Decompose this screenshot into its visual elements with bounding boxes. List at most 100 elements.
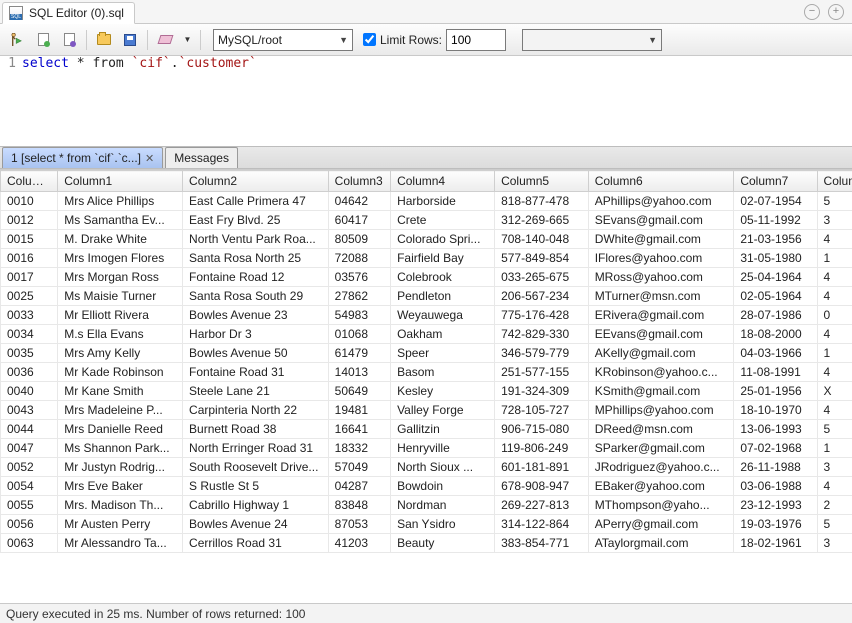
limit-rows-input[interactable]: [446, 29, 506, 51]
table-cell[interactable]: 31-05-1980: [734, 249, 817, 268]
column-header[interactable]: Column6: [588, 171, 734, 192]
editor-horizontal-scrollbar[interactable]: [0, 130, 852, 146]
table-cell[interactable]: 728-105-727: [495, 401, 589, 420]
table-cell[interactable]: 4: [817, 287, 852, 306]
table-cell[interactable]: 25-04-1964: [734, 268, 817, 287]
table-cell[interactable]: Mrs Amy Kelly: [58, 344, 183, 363]
table-cell[interactable]: KRobinson@yahoo.c...: [588, 363, 734, 382]
table-cell[interactable]: Bowles Avenue 24: [183, 515, 329, 534]
table-row[interactable]: 0025Ms Maisie TurnerSanta Rosa South 292…: [1, 287, 852, 306]
table-cell[interactable]: Santa Rosa South 29: [183, 287, 329, 306]
table-cell[interactable]: 11-08-1991: [734, 363, 817, 382]
table-cell[interactable]: 4: [817, 401, 852, 420]
sql-editor[interactable]: 1 select * from `cif`.`customer`: [0, 56, 852, 146]
table-cell[interactable]: DReed@msn.com: [588, 420, 734, 439]
table-cell[interactable]: Ms Samantha Ev...: [58, 211, 183, 230]
table-cell[interactable]: 25-01-1956: [734, 382, 817, 401]
table-cell[interactable]: 4: [817, 325, 852, 344]
table-cell[interactable]: Speer: [391, 344, 495, 363]
table-cell[interactable]: 01068: [328, 325, 390, 344]
table-cell[interactable]: 03576: [328, 268, 390, 287]
table-cell[interactable]: San Ysidro: [391, 515, 495, 534]
table-cell[interactable]: 0: [817, 306, 852, 325]
table-cell[interactable]: Bowles Avenue 23: [183, 306, 329, 325]
table-cell[interactable]: 0056: [1, 515, 58, 534]
table-row[interactable]: 0016Mrs Imogen FloresSanta Rosa North 25…: [1, 249, 852, 268]
table-cell[interactable]: South Roosevelt Drive...: [183, 458, 329, 477]
table-cell[interactable]: North Sioux ...: [391, 458, 495, 477]
table-cell[interactable]: 0054: [1, 477, 58, 496]
new-script-button[interactable]: [32, 29, 54, 51]
table-cell[interactable]: 04-03-1966: [734, 344, 817, 363]
table-cell[interactable]: 0012: [1, 211, 58, 230]
table-cell[interactable]: 27862: [328, 287, 390, 306]
table-cell[interactable]: MPhillips@yahoo.com: [588, 401, 734, 420]
table-cell[interactable]: 119-806-249: [495, 439, 589, 458]
column-header[interactable]: Column3: [328, 171, 390, 192]
table-cell[interactable]: Mrs Morgan Ross: [58, 268, 183, 287]
table-cell[interactable]: 0010: [1, 192, 58, 211]
table-cell[interactable]: Steele Lane 21: [183, 382, 329, 401]
table-cell[interactable]: Cabrillo Highway 1: [183, 496, 329, 515]
table-cell[interactable]: Valley Forge: [391, 401, 495, 420]
run-button[interactable]: [6, 29, 28, 51]
table-cell[interactable]: 0025: [1, 287, 58, 306]
column-header[interactable]: Column5: [495, 171, 589, 192]
table-cell[interactable]: Nordman: [391, 496, 495, 515]
table-cell[interactable]: DWhite@gmail.com: [588, 230, 734, 249]
table-cell[interactable]: 60417: [328, 211, 390, 230]
column-header[interactable]: Column0: [1, 171, 58, 192]
table-row[interactable]: 0052Mr Justyn Rodrig...South Roosevelt D…: [1, 458, 852, 477]
table-cell[interactable]: Mr Kane Smith: [58, 382, 183, 401]
import-script-button[interactable]: [58, 29, 80, 51]
table-cell[interactable]: 383-854-771: [495, 534, 589, 553]
column-header[interactable]: Column4: [391, 171, 495, 192]
table-cell[interactable]: 5: [817, 420, 852, 439]
table-cell[interactable]: 0016: [1, 249, 58, 268]
table-cell[interactable]: SEvans@gmail.com: [588, 211, 734, 230]
schema-select[interactable]: ▼: [522, 29, 662, 51]
table-cell[interactable]: 3: [817, 458, 852, 477]
table-cell[interactable]: 0047: [1, 439, 58, 458]
table-cell[interactable]: 72088: [328, 249, 390, 268]
table-cell[interactable]: EEvans@gmail.com: [588, 325, 734, 344]
table-row[interactable]: 0054Mrs Eve BakerS Rustle St 504287Bowdo…: [1, 477, 852, 496]
table-row[interactable]: 0063Mr Alessandro Ta...Cerrillos Road 31…: [1, 534, 852, 553]
table-cell[interactable]: SParker@gmail.com: [588, 439, 734, 458]
table-cell[interactable]: East Calle Primera 47: [183, 192, 329, 211]
table-row[interactable]: 0040Mr Kane SmithSteele Lane 2150649Kesl…: [1, 382, 852, 401]
table-cell[interactable]: Beauty: [391, 534, 495, 553]
table-cell[interactable]: Mrs Imogen Flores: [58, 249, 183, 268]
table-cell[interactable]: Mr Austen Perry: [58, 515, 183, 534]
table-cell[interactable]: 742-829-330: [495, 325, 589, 344]
table-cell[interactable]: APerry@gmail.com: [588, 515, 734, 534]
table-cell[interactable]: AKelly@gmail.com: [588, 344, 734, 363]
table-cell[interactable]: Pendleton: [391, 287, 495, 306]
table-cell[interactable]: 21-03-1956: [734, 230, 817, 249]
table-cell[interactable]: 0040: [1, 382, 58, 401]
table-cell[interactable]: 4: [817, 477, 852, 496]
table-cell[interactable]: 775-176-428: [495, 306, 589, 325]
table-row[interactable]: 0017Mrs Morgan RossFontaine Road 1203576…: [1, 268, 852, 287]
table-cell[interactable]: 0036: [1, 363, 58, 382]
table-cell[interactable]: 80509: [328, 230, 390, 249]
table-cell[interactable]: Bowdoin: [391, 477, 495, 496]
column-header[interactable]: Column7: [734, 171, 817, 192]
table-cell[interactable]: Mrs Madeleine P...: [58, 401, 183, 420]
table-cell[interactable]: Colebrook: [391, 268, 495, 287]
table-cell[interactable]: Cerrillos Road 31: [183, 534, 329, 553]
table-cell[interactable]: 23-12-1993: [734, 496, 817, 515]
table-cell[interactable]: 02-07-1954: [734, 192, 817, 211]
save-button[interactable]: [119, 29, 141, 51]
table-cell[interactable]: 0015: [1, 230, 58, 249]
table-cell[interactable]: APhillips@yahoo.com: [588, 192, 734, 211]
table-cell[interactable]: 251-577-155: [495, 363, 589, 382]
table-row[interactable]: 0036Mr Kade RobinsonFontaine Road 311401…: [1, 363, 852, 382]
table-cell[interactable]: MTurner@msn.com: [588, 287, 734, 306]
table-cell[interactable]: Burnett Road 38: [183, 420, 329, 439]
table-cell[interactable]: 57049: [328, 458, 390, 477]
table-cell[interactable]: Kesley: [391, 382, 495, 401]
table-cell[interactable]: Bowles Avenue 50: [183, 344, 329, 363]
table-cell[interactable]: 18-10-1970: [734, 401, 817, 420]
table-cell[interactable]: 0052: [1, 458, 58, 477]
